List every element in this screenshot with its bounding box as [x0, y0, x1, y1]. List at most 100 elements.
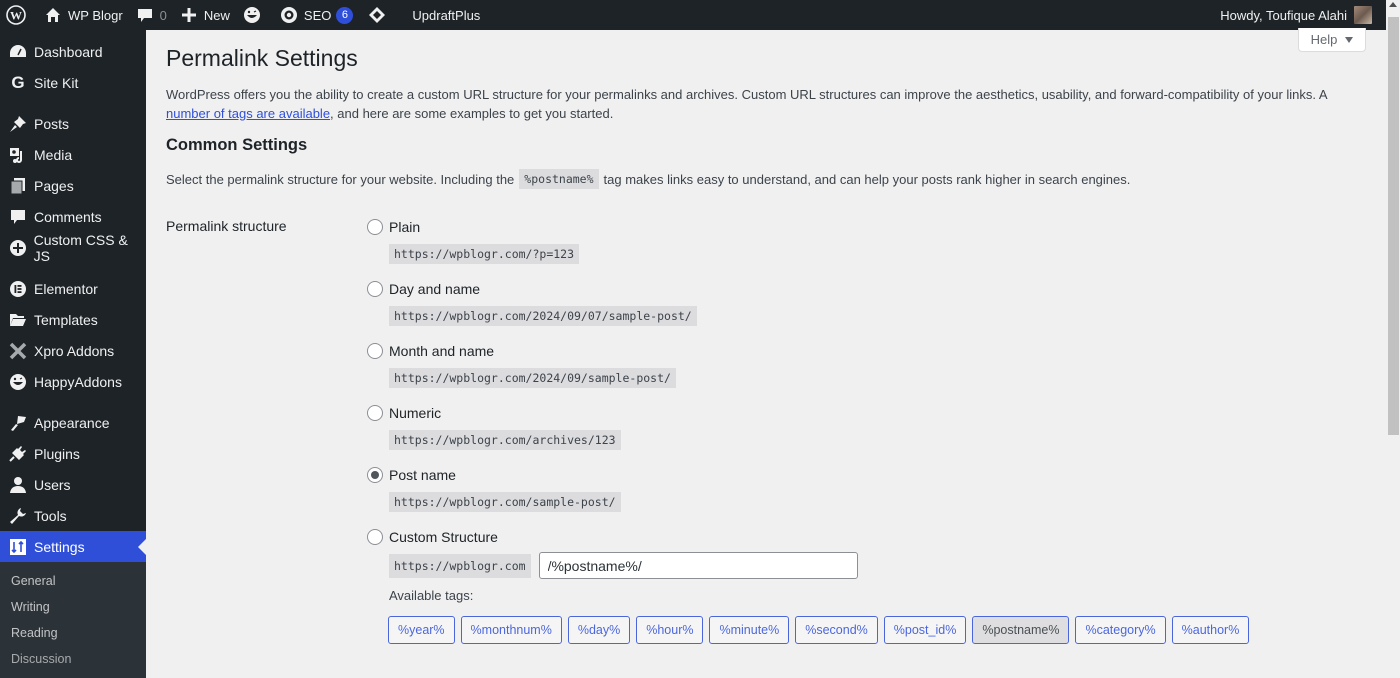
- sidebar-item-comments[interactable]: Comments: [0, 201, 146, 232]
- diamond-plugin-menu[interactable]: [359, 0, 406, 30]
- option-label[interactable]: Day and name: [389, 281, 480, 297]
- scroll-up-arrow-icon[interactable]: [1389, 2, 1397, 7]
- happyaddons-menu[interactable]: [236, 0, 273, 30]
- description-before: Select the permalink structure for your …: [166, 171, 515, 187]
- user-icon: [8, 475, 28, 495]
- tags-available-link[interactable]: number of tags are available: [166, 106, 330, 121]
- tag-button-day[interactable]: %day%: [567, 616, 631, 644]
- diamond-icon: [367, 5, 387, 25]
- radio-custom-structure[interactable]: [367, 529, 383, 545]
- tag-button-second[interactable]: %second%: [795, 616, 878, 644]
- comment-icon: [135, 5, 155, 25]
- sidebar-item-label: Site Kit: [34, 74, 79, 91]
- option-custom-structure: Custom Structure https://wpblogr.com: [367, 528, 858, 579]
- settings-submenu: General Writing Reading Discussion: [0, 562, 146, 678]
- example-url: https://wpblogr.com/2024/09/sample-post/: [389, 368, 676, 388]
- option-numeric: Numeric https://wpblogr.com/archives/123: [367, 404, 621, 450]
- updraftplus-menu[interactable]: UpdraftPlus: [406, 0, 486, 30]
- option-plain: Plain https://wpblogr.com/?p=123: [367, 218, 580, 264]
- elementor-icon: [8, 279, 28, 299]
- radio-month-and-name[interactable]: [367, 343, 383, 359]
- option-label[interactable]: Month and name: [389, 343, 494, 359]
- sidebar-item-appearance[interactable]: Appearance: [0, 407, 146, 438]
- sidebar-item-posts[interactable]: Posts: [0, 108, 146, 139]
- sidebar-item-label: Custom CSS & JS: [33, 231, 128, 264]
- sidebar-item-tools[interactable]: Tools: [0, 500, 146, 531]
- option-post-name: Post name https://wpblogr.com/sample-pos…: [367, 466, 621, 512]
- tag-button-year[interactable]: %year%: [388, 616, 455, 644]
- tag-button-author[interactable]: %author%: [1171, 616, 1250, 644]
- new-label: New: [203, 7, 230, 23]
- option-label[interactable]: Plain: [389, 219, 420, 235]
- seo-label: SEO: [303, 7, 332, 23]
- submenu-item-reading[interactable]: Reading: [0, 620, 146, 646]
- sidebar-item-site-kit[interactable]: G Site Kit: [0, 67, 146, 98]
- submenu-item-general[interactable]: General: [0, 568, 146, 594]
- seo-menu[interactable]: SEO 6: [273, 0, 359, 30]
- sidebar-item-label: Dashboard: [34, 43, 103, 60]
- svg-text:W: W: [10, 9, 22, 23]
- wp-logo-menu[interactable]: W: [0, 0, 37, 30]
- my-account-menu[interactable]: Howdy, Toufique Alahi: [1214, 0, 1378, 30]
- page-scrollbar[interactable]: [1386, 0, 1400, 665]
- sidebar-item-xpro-addons[interactable]: Xpro Addons: [0, 335, 146, 366]
- intro-paragraph: WordPress offers you the ability to crea…: [166, 86, 1346, 123]
- sidebar-item-pages[interactable]: Pages: [0, 170, 146, 201]
- sidebar-item-label: Elementor: [34, 280, 98, 297]
- tag-button-monthnum[interactable]: %monthnum%: [460, 616, 562, 644]
- submenu-item-discussion[interactable]: Discussion: [0, 646, 146, 672]
- site-name: WP Blogr: [68, 7, 123, 23]
- option-label[interactable]: Numeric: [389, 405, 441, 421]
- help-label: Help: [1310, 32, 1338, 47]
- comment-icon: [8, 207, 28, 227]
- pages-icon: [8, 176, 28, 196]
- radio-day-and-name[interactable]: [367, 281, 383, 297]
- sidebar-item-plugins[interactable]: Plugins: [0, 438, 146, 469]
- sidebar-item-templates[interactable]: Templates: [0, 304, 146, 335]
- description-after: tag makes links easy to understand, and …: [603, 171, 1131, 187]
- comments-count: 0: [159, 7, 167, 23]
- wordpress-logo-icon: W: [6, 5, 26, 25]
- tag-button-hour[interactable]: %hour%: [636, 616, 704, 644]
- sidebar-item-settings[interactable]: Settings: [0, 531, 146, 562]
- option-label[interactable]: Post name: [389, 467, 456, 483]
- admin-bar: W WP Blogr 0 New SEO 6 UpdraftPlus Howdy…: [0, 0, 1386, 30]
- wrench-icon: [8, 506, 28, 526]
- plus-icon: [179, 5, 199, 25]
- tag-button-post-id[interactable]: %post_id%: [883, 616, 967, 644]
- example-url: https://wpblogr.com/archives/123: [389, 430, 621, 450]
- available-tags-label: Available tags:: [389, 588, 474, 603]
- comments-menu[interactable]: 0: [129, 0, 173, 30]
- submenu-item-writing[interactable]: Writing: [0, 594, 146, 620]
- radio-post-name[interactable]: [367, 467, 383, 483]
- new-content-menu[interactable]: New: [173, 0, 236, 30]
- sidebar-item-label: Comments: [34, 208, 102, 225]
- caret-down-icon: [1345, 36, 1354, 43]
- sidebar-item-users[interactable]: Users: [0, 469, 146, 500]
- sidebar-item-dashboard[interactable]: Dashboard: [0, 36, 146, 67]
- intro-text: WordPress offers you the ability to crea…: [166, 87, 1327, 102]
- sidebar-item-elementor[interactable]: Elementor: [0, 273, 146, 304]
- tag-button-minute[interactable]: %minute%: [709, 616, 790, 644]
- sidebar-item-label: Settings: [34, 538, 85, 555]
- home-icon: [43, 5, 63, 25]
- intro-tail: , and here are some examples to get you …: [330, 105, 614, 121]
- scrollbar-thumb[interactable]: [1388, 17, 1399, 435]
- custom-structure-input[interactable]: [538, 552, 858, 579]
- admin-sidebar: Dashboard G Site Kit Posts Media Pages C…: [0, 30, 146, 678]
- sidebar-item-happyaddons[interactable]: HappyAddons: [0, 366, 146, 397]
- tag-button-category[interactable]: %category%: [1075, 616, 1166, 644]
- help-button[interactable]: Help: [1298, 28, 1366, 52]
- option-label[interactable]: Custom Structure: [389, 529, 498, 545]
- radio-numeric[interactable]: [367, 405, 383, 421]
- tag-button-postname[interactable]: %postname%: [972, 616, 1070, 644]
- sidebar-item-label: Templates: [34, 311, 98, 328]
- radio-plain[interactable]: [367, 219, 383, 235]
- sidebar-item-custom-css-js[interactable]: Custom CSS & JS: [0, 231, 146, 264]
- custom-structure-prefix: https://wpblogr.com: [389, 553, 531, 578]
- plug-icon: [8, 444, 28, 464]
- available-tags: %year% %monthnum% %day% %hour% %minute% …: [388, 616, 1250, 644]
- x-icon: [8, 341, 28, 361]
- site-name-menu[interactable]: WP Blogr: [37, 0, 129, 30]
- sidebar-item-media[interactable]: Media: [0, 139, 146, 170]
